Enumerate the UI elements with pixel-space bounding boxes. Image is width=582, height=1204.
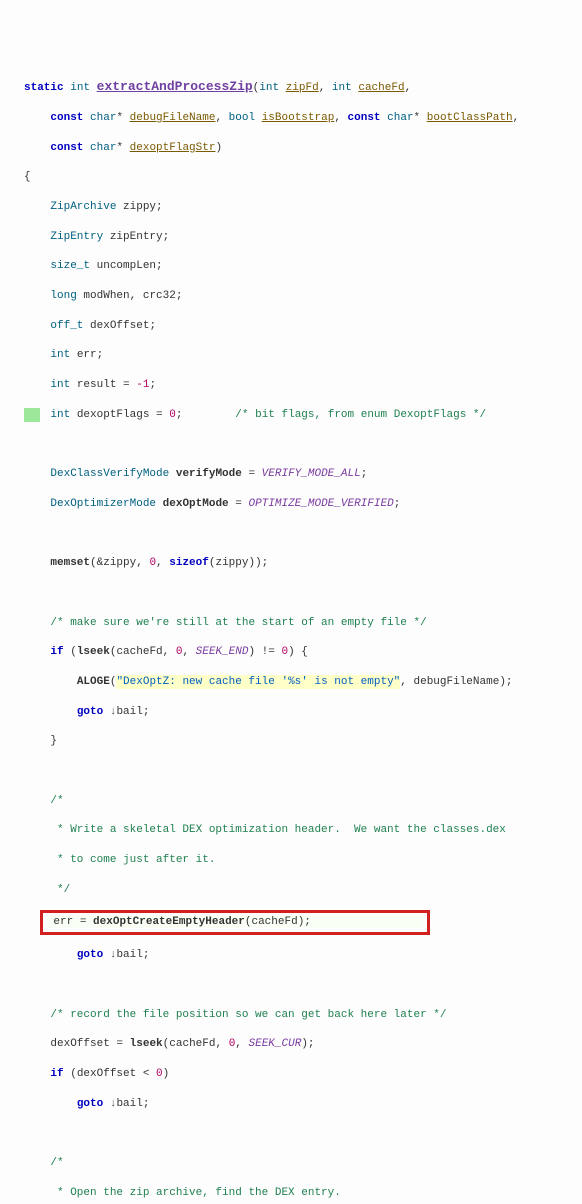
code-line: /* xyxy=(24,1156,582,1171)
down-arrow-icon: ↓ xyxy=(110,949,117,961)
comment: /* xyxy=(50,1157,63,1169)
down-arrow-icon: ↓ xyxy=(110,1098,117,1110)
code-line: * to come just after it. xyxy=(24,853,582,868)
param-bootClassPath: bootClassPath xyxy=(427,112,513,124)
code-line: if (dexOffset < 0) xyxy=(24,1067,582,1082)
code-line: const char* dexoptFlagStr) xyxy=(24,141,582,156)
code-line: off_t dexOffset; xyxy=(24,319,582,334)
code-line: int err; xyxy=(24,348,582,363)
param-cacheFd: cacheFd xyxy=(358,82,404,94)
code-block: static int extractAndProcessZip(int zipF… xyxy=(0,59,582,1204)
comment: */ xyxy=(50,884,70,896)
code-line: long modWhen, crc32; xyxy=(24,289,582,304)
code-line: int dexoptFlags = 0; /* bit flags, from … xyxy=(24,408,582,423)
code-line: goto ↓bail; xyxy=(24,705,582,720)
code-line: * Write a skeletal DEX optimization head… xyxy=(24,823,582,838)
code-line: } xyxy=(24,734,582,749)
code-line xyxy=(24,764,582,779)
code-line xyxy=(24,978,582,993)
code-line: { xyxy=(24,170,582,185)
code-line: ALOGE("DexOptZ: new cache file '%s' is n… xyxy=(24,675,582,690)
comment: /* make sure we're still at the start of… xyxy=(50,617,426,629)
code-line: goto ↓bail; xyxy=(24,948,582,963)
type-int: int xyxy=(70,82,90,94)
gutter-change-marker xyxy=(24,408,40,422)
code-line xyxy=(24,1126,582,1141)
macro-aloge: ALOGE xyxy=(77,676,110,688)
comment: /* bit flags, from enum DexoptFlags */ xyxy=(235,409,486,421)
comment: * Write a skeletal DEX optimization head… xyxy=(50,824,505,836)
keyword-static: static xyxy=(24,82,64,94)
code-line: * Open the zip archive, find the DEX ent… xyxy=(24,1186,582,1201)
comment: * to come just after it. xyxy=(50,854,215,866)
code-line: /* make sure we're still at the start of… xyxy=(24,616,582,631)
param-zipFd: zipFd xyxy=(286,82,319,94)
param-isBootstrap: isBootstrap xyxy=(262,112,335,124)
code-line: const char* debugFileName, bool isBootst… xyxy=(24,111,582,126)
comment: * Open the zip archive, find the DEX ent… xyxy=(50,1187,340,1199)
code-line: size_t uncompLen; xyxy=(24,259,582,274)
code-line: DexOptimizerMode dexOptMode = OPTIMIZE_M… xyxy=(24,497,582,512)
code-line: if (lseek(cacheFd, 0, SEEK_END) != 0) { xyxy=(24,645,582,660)
code-line: ZipEntry zipEntry; xyxy=(24,230,582,245)
code-line xyxy=(24,527,582,542)
code-line: */ xyxy=(24,883,582,898)
highlighted-line: err = dexOptCreateEmptyHeader(cacheFd); xyxy=(24,912,582,933)
code-line: goto ↓bail; xyxy=(24,1097,582,1112)
code-line: dexOffset = lseek(cacheFd, 0, SEEK_CUR); xyxy=(24,1037,582,1052)
param-dexoptFlagStr: dexoptFlagStr xyxy=(130,142,216,154)
down-arrow-icon: ↓ xyxy=(110,706,117,718)
param-debugFileName: debugFileName xyxy=(130,112,216,124)
comment: /* xyxy=(50,795,63,807)
code-line: static int extractAndProcessZip(int zipF… xyxy=(24,78,582,96)
code-line: int result = -1; xyxy=(24,378,582,393)
string-literal: "DexOptZ: new cache file '%s' is not emp… xyxy=(116,675,400,689)
code-line: ZipArchive zippy; xyxy=(24,200,582,215)
code-line xyxy=(24,586,582,601)
code-line: DexClassVerifyMode verifyMode = VERIFY_M… xyxy=(24,467,582,482)
code-line: /* record the file position so we can ge… xyxy=(24,1008,582,1023)
red-highlight-box: err = dexOptCreateEmptyHeader(cacheFd); xyxy=(40,910,430,935)
code-line: memset(&zippy, 0, sizeof(zippy)); xyxy=(24,556,582,571)
code-line xyxy=(24,437,582,452)
call-dexOptCreateEmptyHeader: dexOptCreateEmptyHeader xyxy=(93,916,245,928)
comment: /* record the file position so we can ge… xyxy=(50,1009,446,1021)
code-line: /* xyxy=(24,794,582,809)
function-name: extractAndProcessZip xyxy=(97,79,253,94)
